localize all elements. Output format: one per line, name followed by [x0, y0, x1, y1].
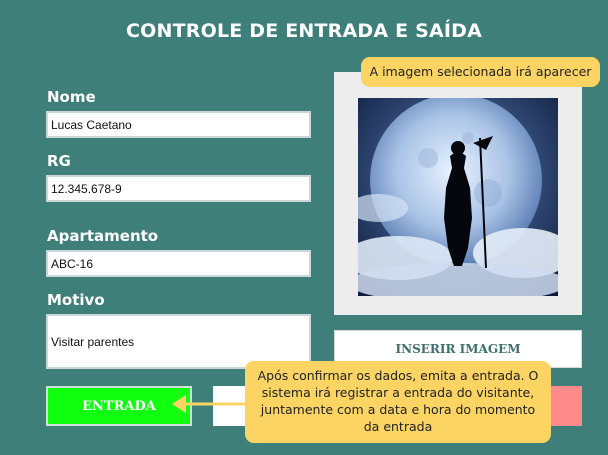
- image-hint-tooltip: A imagem selecionada irá aparecer: [361, 57, 600, 87]
- rg-label: RG: [47, 152, 71, 170]
- moon-silhouette-image: [358, 98, 558, 296]
- page-title: CONTROLE DE ENTRADA E SAÍDA: [126, 20, 482, 42]
- rg-field[interactable]: 12.345.678-9: [46, 175, 311, 202]
- image-preview-panel: [334, 72, 582, 315]
- arrow-left-icon: [172, 395, 248, 413]
- apartamento-label: Apartamento: [47, 227, 159, 245]
- nome-field[interactable]: Lucas Caetano: [46, 111, 311, 138]
- apartamento-field[interactable]: ABC-16: [46, 250, 311, 277]
- entrada-hint-tooltip: Após confirmar os dados, emita a entrada…: [245, 361, 551, 443]
- visitor-photo: [358, 98, 558, 296]
- nome-label: Nome: [47, 88, 96, 106]
- motivo-label: Motivo: [47, 291, 105, 309]
